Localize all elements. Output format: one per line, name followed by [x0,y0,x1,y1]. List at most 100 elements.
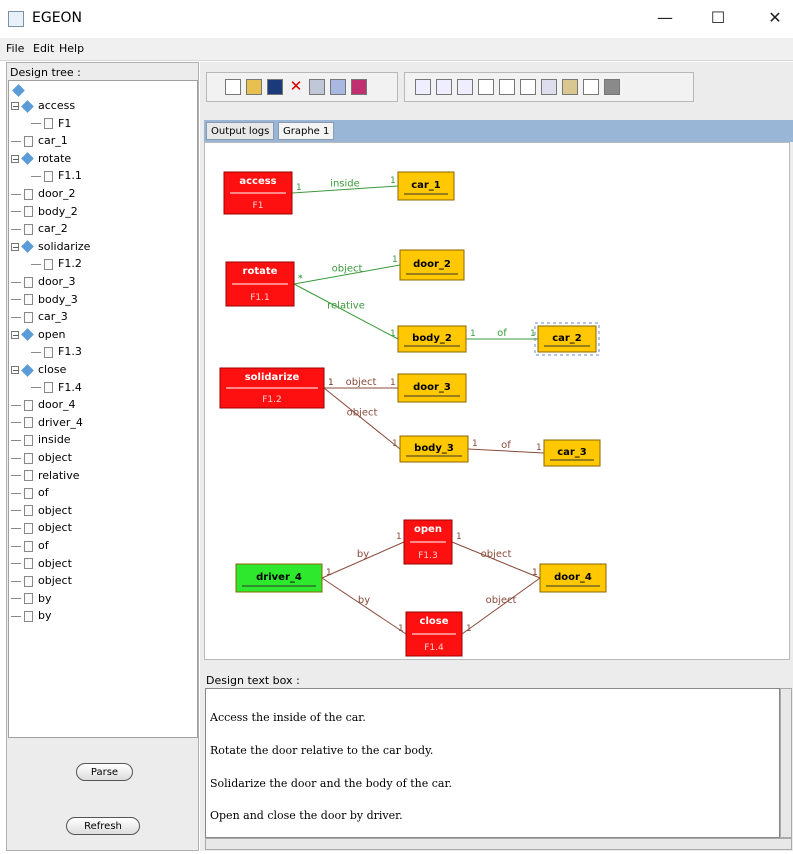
tree-item-of[interactable]: of [11,538,49,554]
node-access[interactable]: access F1 [223,171,293,215]
document-icon [24,505,33,517]
tab-graphe-1[interactable]: Graphe 1 [278,122,335,140]
save-icon[interactable] [267,79,283,95]
node-solidarize[interactable]: solidarize F1.2 [219,367,325,409]
tree-item-object[interactable]: object [11,520,72,536]
tree-item-of[interactable]: of [11,485,49,501]
tree-connector [31,123,41,125]
tree-root-icon[interactable] [12,82,29,98]
file-toolbar: ✕ [206,72,398,102]
collapse-toggle-icon[interactable]: − [11,154,19,163]
tree-item-by[interactable]: by [11,591,52,607]
vertical-scrollbar[interactable] [780,688,792,838]
menu-file[interactable]: File [6,42,24,55]
tree-item-door_3[interactable]: door_3 [11,274,75,290]
node-sublabel: F1.4 [424,643,444,653]
delete-icon[interactable]: ✕ [288,79,304,95]
tree-item-open[interactable]: − open [11,327,65,343]
tree-item-body_3[interactable]: body_3 [11,292,78,308]
horizontal-scrollbar[interactable] [205,838,792,850]
document-icon [24,311,33,323]
trash-icon[interactable] [604,79,620,95]
app-icon [8,11,24,27]
tree-item-car_3[interactable]: car_3 [11,309,68,325]
node-car_3[interactable]: car_3 [543,439,601,467]
paste-icon[interactable] [562,79,578,95]
design-tree[interactable]: − access F1 car_1 − rotate F1.1 door_2 body_2car… [8,80,198,738]
refresh-button[interactable]: Refresh [66,817,140,835]
cut-icon[interactable] [520,79,536,95]
collapse-toggle-icon[interactable]: − [11,242,19,251]
tree-item-label: car_2 [38,222,68,236]
node-door_4[interactable]: door_4 [539,563,607,593]
tools-icon[interactable] [309,79,325,95]
tree-item-object[interactable]: object [11,450,72,466]
tree-item-F1[interactable]: F1 [31,116,71,132]
zoom-in-icon[interactable] [436,79,452,95]
node-door_3[interactable]: door_3 [397,373,467,403]
tree-item-solidarize[interactable]: − solidarize [11,239,90,255]
menu-help[interactable]: Help [59,42,84,55]
node-open[interactable]: open F1.3 [403,519,453,565]
tree-item-F1.2[interactable]: F1.2 [31,256,82,272]
parse-button[interactable]: Parse [76,763,133,781]
tree-item-car_1[interactable]: car_1 [11,133,68,149]
tree-item-car_2[interactable]: car_2 [11,221,68,237]
maximize-button[interactable]: ☐ [708,8,728,28]
tree-item-door_4[interactable]: door_4 [11,397,75,413]
node-car_2[interactable]: car_2 [534,322,600,356]
redo-icon[interactable] [499,79,515,95]
new-file-icon[interactable] [225,79,241,95]
minimize-button[interactable]: — [655,8,675,28]
tree-item-access[interactable]: − access [11,98,75,114]
root-folder-icon [12,83,25,97]
tree-item-F1.4[interactable]: F1.4 [31,380,82,396]
menu-edit[interactable]: Edit [33,42,54,55]
edge-multiplicity: 1 [466,624,472,634]
document-icon [24,593,33,605]
collapse-toggle-icon[interactable]: − [11,330,19,339]
close-button[interactable]: ✕ [765,8,785,28]
tree-item-driver_4[interactable]: driver_4 [11,415,83,431]
undo-icon[interactable] [478,79,494,95]
node-driver_4[interactable]: driver_4 [235,563,323,593]
copy-icon[interactable] [541,79,557,95]
tree-item-object[interactable]: object [11,556,72,572]
zoom-out-icon[interactable] [457,79,473,95]
edge-multiplicity: 1 [536,443,542,453]
node-rotate[interactable]: rotate F1.1 [225,261,295,307]
node-car_1[interactable]: car_1 [397,171,455,201]
tree-item-label: of [38,486,49,500]
document-icon [24,540,33,552]
book-icon[interactable] [351,79,367,95]
zoom-icon[interactable] [415,79,431,95]
tree-item-object[interactable]: object [11,573,72,589]
tree-item-object[interactable]: object [11,503,72,519]
rectangle-icon[interactable] [583,79,599,95]
collapse-toggle-icon[interactable]: − [11,102,19,111]
tree-item-rotate[interactable]: − rotate [11,151,71,167]
node-body_3[interactable]: body_3 [399,435,469,463]
tree-item-relative[interactable]: relative [11,468,80,484]
tree-item-by[interactable]: by [11,608,52,624]
tab-output-logs[interactable]: Output logs [206,122,275,140]
tree-item-F1.1[interactable]: F1.1 [31,168,82,184]
tree-item-F1.3[interactable]: F1.3 [31,344,82,360]
tree-item-label: car_1 [38,134,68,148]
open-folder-icon[interactable] [246,79,262,95]
design-tree-label: Design tree : [10,66,81,79]
tree-item-label: of [38,539,49,552]
tree-connector [11,475,21,477]
tree-item-inside[interactable]: inside [11,432,71,448]
collapse-toggle-icon[interactable]: − [11,366,19,375]
edge-multiplicity: 1 [398,624,404,634]
edge-multiplicity: * [298,274,303,284]
document-icon [24,135,33,147]
node-body_2[interactable]: body_2 [397,325,467,353]
tree-item-body_2[interactable]: body_2 [11,204,78,220]
node-close[interactable]: close F1.4 [405,611,463,657]
node-door_2[interactable]: door_2 [399,249,465,281]
tree-item-close[interactable]: − close [11,362,66,378]
print-icon[interactable] [330,79,346,95]
tree-item-door_2[interactable]: door_2 [11,186,75,202]
